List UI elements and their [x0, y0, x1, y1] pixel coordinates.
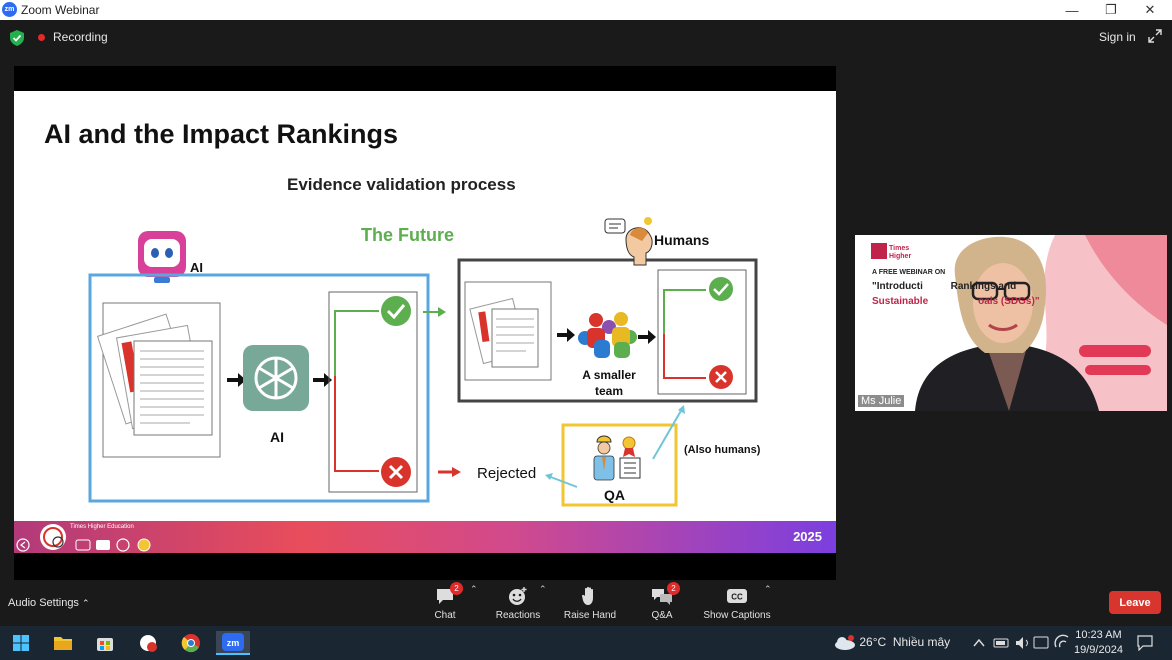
video-slide-icon: [96, 540, 110, 550]
notifications-icon[interactable]: [1137, 635, 1153, 651]
speaker-name: Ms Julie: [858, 395, 905, 407]
reactions-label: Reactions: [495, 610, 541, 621]
clock-time: 10:23 AM: [1075, 629, 1122, 641]
arrow-icon: [557, 328, 575, 342]
captions-options-caret-icon[interactable]: ⌃: [764, 584, 772, 595]
zoom-app-icon: zm: [222, 633, 244, 651]
smiley-icon: [509, 587, 527, 605]
speaker-video-frame: [855, 235, 1167, 411]
recording-indicator[interactable]: Recording: [38, 30, 108, 44]
presentation-slide: AI and the Impact Rankings Evidence vali…: [14, 91, 836, 553]
hand-icon: [582, 586, 593, 605]
team-icon: [578, 312, 637, 358]
slide-footer: Times Higher Education 2025: [14, 521, 836, 553]
weather-condition: Nhiều mây: [892, 635, 951, 650]
svg-text:zm: zm: [227, 638, 240, 648]
meeting-controls: Audio Settings ⌃ 2 Chat ⌃ Reactions ⌃ Ra…: [0, 580, 1172, 626]
webinar-banner-free: A FREE WEBINAR ON: [872, 269, 946, 276]
arrow-icon: [638, 330, 656, 344]
restore-button[interactable]: ❐: [1093, 0, 1129, 20]
openai-icon: [243, 345, 309, 411]
start-button[interactable]: [6, 631, 36, 655]
reject-x-icon: [709, 365, 733, 389]
prev-slide-icon: [16, 538, 30, 552]
chat-badge: 2: [450, 582, 463, 595]
weather-widget[interactable]: 26°C Nhiều mây: [834, 635, 950, 651]
recording-label: Recording: [53, 30, 108, 44]
window-titlebar: zm Zoom Webinar — ❐ ✕: [0, 0, 1172, 20]
next-slide-icon: [137, 538, 151, 552]
folder-icon: [54, 637, 72, 650]
windows-logo-icon: [13, 635, 29, 651]
leave-button[interactable]: Leave: [1109, 591, 1161, 614]
skype-taskbar-button[interactable]: [133, 631, 163, 655]
slide-year: 2025: [793, 529, 822, 544]
arrow-icon: [438, 307, 446, 317]
zoom-logo-icon: zm: [2, 2, 17, 17]
zoom-taskbar-button[interactable]: zm: [216, 631, 250, 655]
qa-inspector-icon: [593, 435, 641, 481]
webinar-banner-line2: Sustainable oals (SDGs)": [872, 296, 1040, 307]
raise-hand-label: Raise Hand: [563, 610, 617, 621]
store-icon: [97, 638, 113, 651]
sign-in-link[interactable]: Sign in: [1099, 30, 1136, 44]
minimize-button[interactable]: —: [1054, 0, 1090, 20]
chrome-icon: [181, 634, 200, 653]
accept-check-icon: [381, 296, 411, 326]
window-title: Zoom Webinar: [21, 3, 100, 17]
chevron-up-icon: [973, 638, 985, 647]
volume-icon: [1016, 637, 1023, 649]
cloud-icon: [835, 635, 855, 650]
close-button[interactable]: ✕: [1132, 0, 1168, 20]
captions-slide-icon: [75, 539, 91, 551]
qa-label: Q&A: [651, 610, 673, 621]
speaker-video[interactable]: Times Higher A FREE WEBINAR ON "Introduct…: [855, 235, 1167, 411]
display-icon: [1033, 636, 1049, 649]
audio-settings-button[interactable]: Audio Settings ⌃: [8, 597, 90, 609]
file-explorer-taskbar-button[interactable]: [48, 631, 78, 655]
meeting-topbar: Recording Sign in: [0, 20, 1172, 57]
arrow-icon: [452, 467, 461, 477]
fullscreen-icon[interactable]: [1148, 29, 1162, 43]
shared-screen: AI and the Impact Rankings Evidence vali…: [14, 66, 836, 580]
chat-app-icon: [140, 635, 157, 652]
webinar-banner-line1: "Introducti Rankings and: [872, 281, 1017, 292]
svg-text:CC: CC: [731, 593, 743, 602]
reject-x-icon: [381, 457, 411, 487]
chrome-taskbar-button[interactable]: [176, 631, 206, 655]
more-slide-icon: [116, 538, 130, 552]
system-tray[interactable]: [968, 633, 1088, 653]
clock-date: 19/9/2024: [1074, 644, 1123, 656]
chat-label: Chat: [434, 610, 456, 621]
human-head-icon: [604, 217, 653, 266]
closed-captions-icon: CC: [727, 589, 747, 603]
store-taskbar-button[interactable]: [90, 631, 120, 655]
audio-settings-label: Audio Settings: [8, 597, 79, 609]
recording-dot-icon: [38, 33, 45, 41]
temperature: 26°C: [859, 635, 887, 650]
qa-badge: 2: [667, 582, 680, 595]
system-clock[interactable]: 10:23 AM 19/9/2024: [1074, 628, 1123, 658]
chevron-up-icon: ⌃: [82, 598, 90, 608]
windows-taskbar: zm 26°C Nhiều mây 10:23 AM 19/9/2024: [0, 626, 1172, 660]
show-captions-label: Show Captions: [703, 610, 771, 621]
process-diagram: [88, 217, 758, 507]
accept-check-icon: [709, 277, 733, 301]
security-shield-icon[interactable]: [10, 30, 24, 46]
footer-brand: Times Higher Education: [70, 524, 134, 530]
